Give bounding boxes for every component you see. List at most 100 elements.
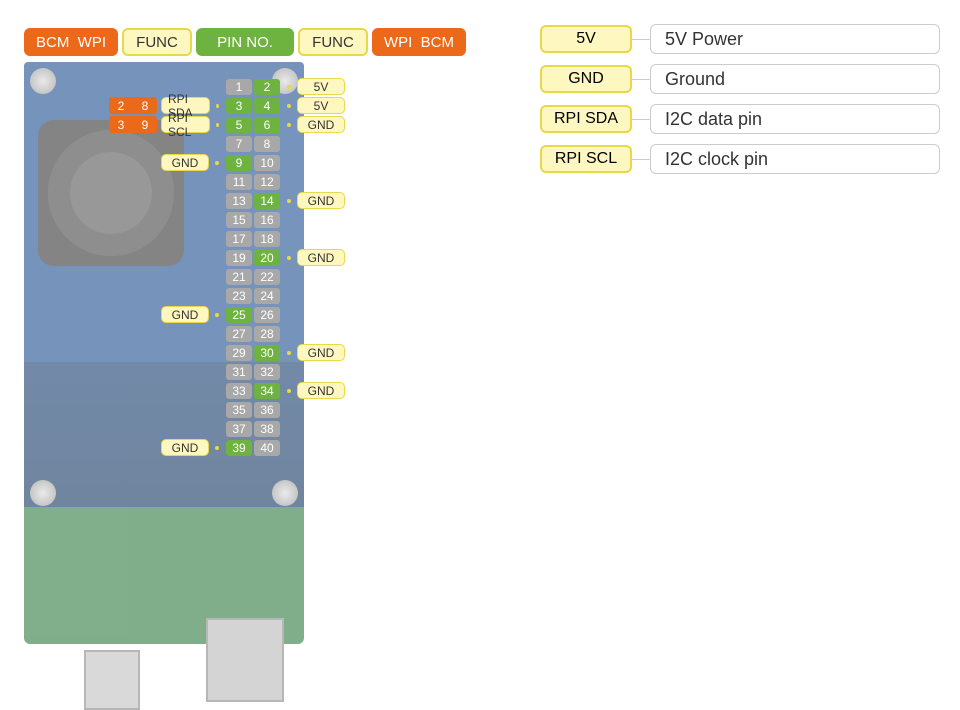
pin-right-stack: GND [281, 248, 345, 267]
pin-func: RPI SCL [161, 116, 210, 133]
legend-desc: 5V Power [650, 24, 940, 54]
pin-number: 10 [254, 155, 280, 171]
dot-icon [287, 351, 291, 355]
dot-icon [216, 104, 219, 108]
legend-dash [632, 39, 650, 40]
hdr-wpi-bcm-right: WPI BCM [372, 28, 466, 56]
pin-number: 14 [254, 193, 280, 209]
dot-icon [287, 389, 291, 393]
pin-left-stack: RPI SCL39 [109, 115, 225, 134]
pin-row: 125V [225, 77, 281, 96]
pin-row: 34RPI SDA285V [225, 96, 281, 115]
legend-desc: I2C clock pin [650, 144, 940, 174]
legend-key: RPI SDA [540, 105, 632, 133]
pin-number: 16 [254, 212, 280, 228]
pin-func: 5V [297, 97, 345, 114]
pin-number: 27 [226, 326, 252, 342]
legend-row: RPI SDA I2C data pin [540, 104, 940, 134]
pin-number: 25 [226, 307, 252, 323]
header-row: BCM WPI FUNC PIN NO. FUNC WPI BCM [24, 28, 466, 56]
pin-number: 4 [254, 98, 280, 114]
pin-number: 36 [254, 402, 280, 418]
pin-left-stack: GND [161, 153, 225, 172]
hdr-func-right: FUNC [298, 28, 368, 56]
pin-number: 28 [254, 326, 280, 342]
pin-left-stack: GND [161, 438, 225, 457]
ethernet-port [206, 618, 284, 702]
pin-row: 1112 [225, 172, 281, 191]
legend: 5V 5V Power GND Ground RPI SDA I2C data … [540, 24, 940, 184]
pin-row: 2728 [225, 324, 281, 343]
pin-row: 56RPI SCL39GND [225, 115, 281, 134]
legend-row: RPI SCL I2C clock pin [540, 144, 940, 174]
hdr-bcm: BCM [36, 34, 69, 51]
pin-row: 910GND [225, 153, 281, 172]
pin-wpi: 9 [133, 116, 157, 133]
pin-func: GND [297, 116, 345, 133]
pin-number: 1 [226, 79, 252, 95]
pin-number: 6 [254, 117, 280, 133]
pin-left-stack: RPI SDA28 [109, 96, 225, 115]
hdr-bcm-wpi-left: BCM WPI [24, 28, 118, 56]
usb-port [84, 650, 140, 710]
pin-number: 20 [254, 250, 280, 266]
legend-key: 5V [540, 25, 632, 53]
pin-number: 38 [254, 421, 280, 437]
pin-row: 2324 [225, 286, 281, 305]
pin-wpi: 8 [133, 97, 157, 114]
bcm-wpi-pair: 39 [109, 116, 157, 133]
pin-row: 1516 [225, 210, 281, 229]
legend-dash [632, 159, 650, 160]
pin-number: 33 [226, 383, 252, 399]
pin-row: 2930GND [225, 343, 281, 362]
pin-number: 5 [226, 117, 252, 133]
hdr-wpi: WPI [78, 34, 106, 51]
pin-row: 1920GND [225, 248, 281, 267]
pin-row: 3334GND [225, 381, 281, 400]
pin-func: 5V [297, 78, 345, 95]
pin-bcm: 2 [109, 97, 133, 114]
pin-number: 11 [226, 174, 252, 190]
pin-bcm: 3 [109, 116, 133, 133]
dot-icon [287, 199, 291, 203]
pin-number: 23 [226, 288, 252, 304]
bcm-wpi-pair: 28 [109, 97, 157, 114]
pin-number: 18 [254, 231, 280, 247]
pin-number: 24 [254, 288, 280, 304]
pin-row: 3536 [225, 400, 281, 419]
pin-header: 125V34RPI SDA285V56RPI SCL39GND78910GND1… [225, 77, 281, 457]
dot-icon [215, 313, 219, 317]
pin-right-stack: GND [281, 115, 345, 134]
legend-key: GND [540, 65, 632, 93]
pin-row: 1718 [225, 229, 281, 248]
pin-number: 22 [254, 269, 280, 285]
pin-number: 7 [226, 136, 252, 152]
legend-dash [632, 119, 650, 120]
pin-number: 31 [226, 364, 252, 380]
pin-row: 78 [225, 134, 281, 153]
pin-number: 39 [226, 440, 252, 456]
pin-left-stack: GND [161, 305, 225, 324]
pin-right-stack: 5V [281, 96, 345, 115]
pin-number: 19 [226, 250, 252, 266]
pin-row: 3738 [225, 419, 281, 438]
dot-icon [216, 123, 219, 127]
pin-right-stack: GND [281, 343, 345, 362]
pin-row: 1314GND [225, 191, 281, 210]
pin-number: 35 [226, 402, 252, 418]
pin-number: 40 [254, 440, 280, 456]
pin-number: 12 [254, 174, 280, 190]
pin-number: 15 [226, 212, 252, 228]
pin-func: GND [161, 439, 209, 456]
legend-row: GND Ground [540, 64, 940, 94]
dot-icon [287, 85, 291, 89]
pin-number: 32 [254, 364, 280, 380]
dot-icon [215, 446, 219, 450]
pin-row: 2122 [225, 267, 281, 286]
pin-number: 34 [254, 383, 280, 399]
hdr-bcm-r: BCM [421, 34, 454, 51]
legend-dash [632, 79, 650, 80]
pin-number: 26 [254, 307, 280, 323]
pin-func: GND [297, 382, 345, 399]
pin-number: 3 [226, 98, 252, 114]
